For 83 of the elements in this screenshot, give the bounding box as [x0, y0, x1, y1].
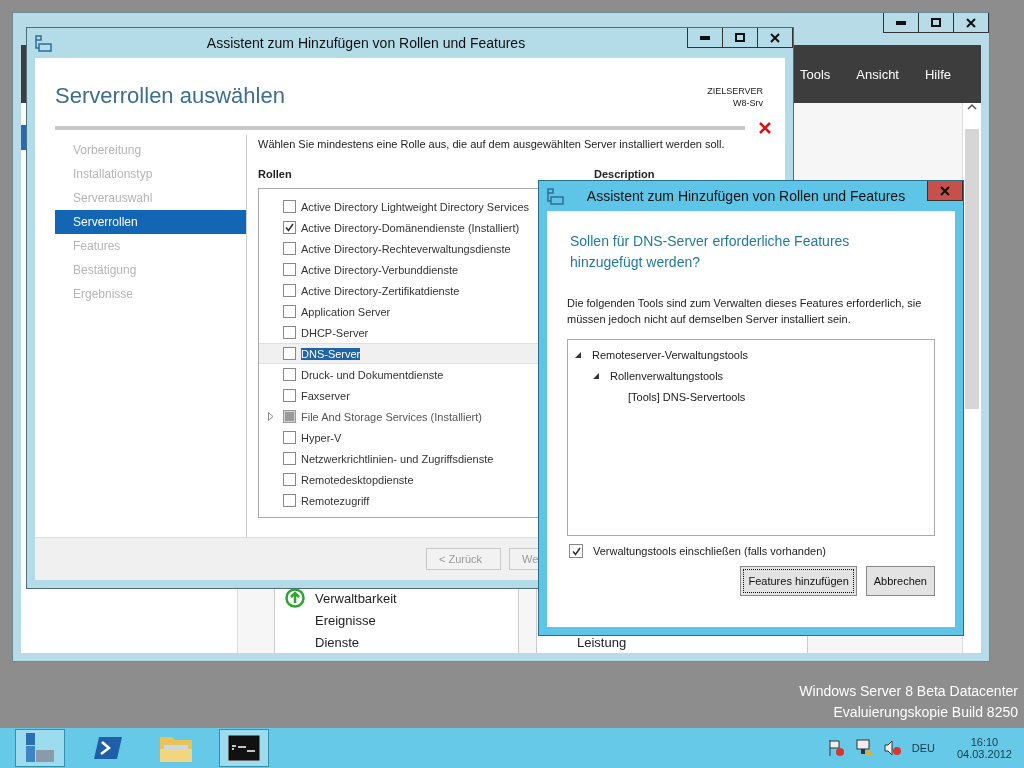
- close-button[interactable]: [953, 13, 989, 33]
- tile-item[interactable]: Leistung: [577, 634, 627, 650]
- language-indicator[interactable]: DEU: [911, 742, 935, 754]
- instruction-text: Wählen Sie mindestens eine Rolle aus, die auf dem ausgewählten Server installiert werden soll.: [258, 137, 726, 150]
- edition-text: Windows Server 8 Beta Datacenter: [799, 683, 1018, 699]
- add-features-button[interactable]: Features hinzufügen: [740, 566, 857, 596]
- console-icon: [228, 735, 260, 761]
- window-title: Assistent zum Hinzufügen von Rollen und Features: [205, 35, 527, 51]
- page-title: Serverrollen auswählen: [55, 83, 285, 110]
- close-icon: [966, 17, 976, 28]
- close-button[interactable]: [757, 28, 793, 48]
- role-label[interactable]: Active Directory-Rechteverwaltungsdienste: [301, 242, 511, 255]
- role-label[interactable]: DHCP-Server: [301, 326, 369, 339]
- role-label[interactable]: DNS-Server: [301, 347, 361, 360]
- target-server-label: ZIELSERVER: [707, 85, 763, 97]
- role-label[interactable]: Druck- und Dokumentdienste: [301, 368, 444, 381]
- dialog-title: Assistent zum Hinzufügen von Rollen und Features: [585, 188, 907, 204]
- minimize-button[interactable]: [687, 28, 723, 48]
- checkbox[interactable]: [283, 284, 296, 297]
- role-label[interactable]: Netzwerkrichtlinien- und Zugriffsdienste: [301, 452, 494, 465]
- role-label[interactable]: Active Directory Lightweight Directory Services: [301, 200, 530, 213]
- edition-text: Evaluierungskopie Build 8250: [833, 704, 1018, 720]
- powershell-icon: [93, 735, 123, 761]
- error-icon: [759, 122, 771, 134]
- wizard-icon: [35, 34, 52, 52]
- minimize-icon: [700, 35, 710, 40]
- tile-item[interactable]: Dienste: [315, 634, 360, 650]
- role-label[interactable]: Remotedesktopdienste: [301, 473, 414, 486]
- role-label[interactable]: Hyper-V: [301, 431, 342, 444]
- scroll-up-icon[interactable]: [967, 103, 977, 111]
- network-icon[interactable]: [855, 739, 874, 757]
- server-manager-icon: [25, 732, 55, 764]
- maximize-icon: [931, 18, 941, 27]
- tree-item[interactable]: Rollenverwaltungstools: [610, 369, 724, 382]
- role-label[interactable]: Application Server: [301, 305, 391, 318]
- checkbox-label[interactable]: Verwaltungstools einschließen (falls vorhanden): [593, 545, 826, 557]
- checkbox[interactable]: [283, 221, 296, 234]
- clock-date[interactable]: 04.03.2012: [956, 748, 1012, 760]
- flag-icon[interactable]: [827, 739, 846, 757]
- checkbox[interactable]: [283, 368, 296, 381]
- wizard-step[interactable]: Serverrollen: [55, 210, 246, 234]
- cancel-button[interactable]: Abbrechen: [865, 566, 935, 596]
- tree-item[interactable]: Remoteserver-Verwaltungstools: [592, 348, 748, 361]
- checkbox[interactable]: [283, 263, 296, 276]
- role-label[interactable]: Active Directory-Verbunddienste: [301, 263, 459, 276]
- scroll-thumb[interactable]: [965, 129, 979, 409]
- dialog-heading: Sollen für DNS-Server erforderliche Features hinzugefügt werden?: [570, 232, 851, 272]
- collapse-icon[interactable]: [574, 350, 582, 359]
- minimize-icon: [896, 20, 906, 25]
- tile-item[interactable]: Ereignisse: [315, 612, 376, 628]
- minimize-button[interactable]: [883, 13, 919, 33]
- checkbox[interactable]: [283, 347, 296, 360]
- checkbox[interactable]: [283, 200, 296, 213]
- close-icon: [770, 32, 780, 43]
- tree-item[interactable]: [Tools] DNS-Servertools: [628, 390, 746, 403]
- role-label[interactable]: Faxserver: [301, 389, 350, 402]
- checkbox[interactable]: [283, 452, 296, 465]
- wizard-icon: [547, 187, 564, 205]
- checkbox[interactable]: [283, 305, 296, 318]
- maximize-icon: [735, 33, 745, 42]
- menu-item[interactable]: Hilfe: [925, 66, 951, 82]
- taskbar-app[interactable]: [219, 729, 269, 767]
- description-heading: Description: [594, 168, 655, 180]
- checkbox[interactable]: [283, 326, 296, 339]
- checkbox[interactable]: [569, 544, 583, 558]
- muted-speaker-icon[interactable]: [883, 739, 902, 757]
- tile-item[interactable]: Verwaltbarkeit: [315, 590, 397, 606]
- menu-item[interactable]: Tools: [800, 66, 831, 82]
- checkbox[interactable]: [283, 494, 296, 507]
- dialog-text: Die folgenden Tools sind zum Verwalten dieses Features erforderlich, sie müssen jedoch nicht auf demselben Server installiert sein.: [567, 296, 923, 327]
- checkbox[interactable]: [283, 473, 296, 486]
- collapse-icon[interactable]: [592, 371, 600, 380]
- checkbox[interactable]: [283, 242, 296, 255]
- close-icon: [940, 185, 950, 196]
- checkbox[interactable]: [283, 389, 296, 402]
- role-label[interactable]: Remotezugriff: [301, 494, 370, 507]
- clock-time[interactable]: 16:10: [970, 736, 999, 748]
- checkbox[interactable]: [283, 431, 296, 444]
- roles-heading: Rollen: [258, 168, 293, 180]
- role-label[interactable]: Active Directory-Zertifikatdienste: [301, 284, 460, 297]
- menu-item[interactable]: Ansicht: [856, 66, 899, 82]
- target-server-name: W8-Srv: [733, 97, 763, 109]
- role-label[interactable]: Active Directory-Domänendienste (Installiert): [301, 221, 520, 234]
